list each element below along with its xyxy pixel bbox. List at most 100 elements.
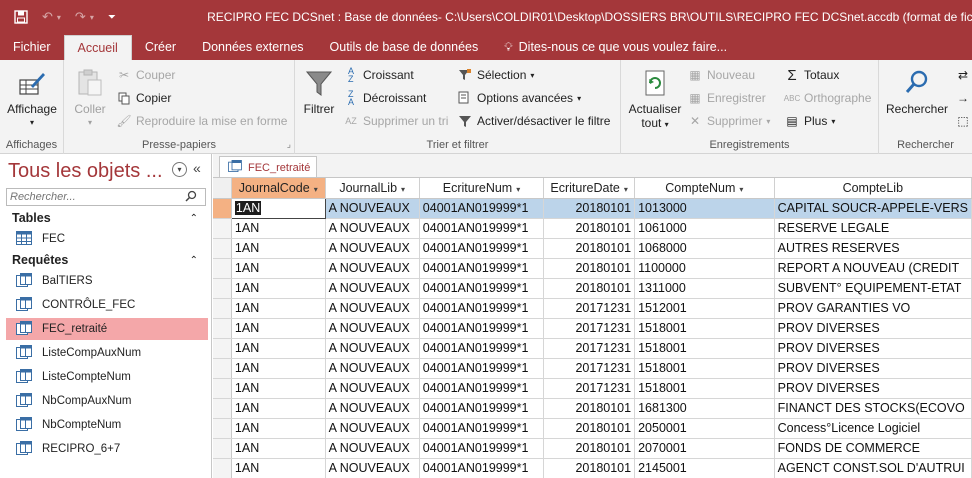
table-cell[interactable]: AUTRES RESERVES	[774, 238, 972, 259]
coller-button[interactable]: Coller ▾	[70, 66, 110, 130]
table-cell[interactable]: 04001AN019999*1	[419, 258, 545, 279]
table-cell[interactable]: FONDS DE COMMERCE	[774, 438, 972, 459]
table-cell[interactable]: 04001AN019999*1	[419, 398, 545, 419]
record-selector[interactable]	[213, 218, 232, 239]
table-cell[interactable]: 2070001	[634, 438, 775, 459]
column-header-comptelib[interactable]: CompteLib	[774, 178, 972, 199]
table-cell[interactable]: 04001AN019999*1	[419, 358, 545, 379]
table-cell[interactable]: A NOUVEAUX	[325, 398, 420, 419]
table-cell[interactable]: A NOUVEAUX	[325, 318, 420, 339]
table-cell[interactable]: 20180101	[543, 238, 636, 259]
table-cell[interactable]: A NOUVEAUX	[325, 198, 420, 219]
nav-title[interactable]: Tous les objets ...	[8, 160, 163, 183]
table-cell[interactable]: A NOUVEAUX	[325, 298, 420, 319]
table-cell[interactable]: 1AN	[231, 278, 326, 299]
document-tab-fec-retraite[interactable]: FEC_retraité	[219, 156, 317, 178]
supprimer-button[interactable]: ✕ Supprimer ▾	[687, 112, 770, 130]
column-header-journalcode[interactable]: JournalCode ▾	[231, 178, 326, 199]
table-row[interactable]: 1AN A NOUVEAUX 04001AN019999*1 20171231 1518…	[213, 378, 972, 399]
table-row[interactable]: 1AN A NOUVEAUX 04001AN019999*1 20171231 1512…	[213, 298, 972, 319]
table-cell[interactable]: A NOUVEAUX	[325, 218, 420, 239]
record-selector[interactable]	[213, 458, 232, 478]
table-cell[interactable]: SUBVENT° EQUIPEMENT-ETAT	[774, 278, 972, 299]
column-header-ecriturenum[interactable]: EcritureNum ▾	[419, 178, 545, 199]
record-selector[interactable]	[213, 258, 232, 279]
table-cell[interactable]: PROV GARANTIES VO	[774, 298, 972, 319]
table-cell[interactable]: 1061000	[634, 218, 775, 239]
table-cell[interactable]: 1AN	[231, 318, 326, 339]
undo-dropdown-icon[interactable]: ▾	[57, 13, 61, 22]
table-row[interactable]: 1AN A NOUVEAUX 04001AN019999*1 20171231 1518…	[213, 318, 972, 339]
select-icon[interactable]: ⬚	[955, 112, 971, 130]
couper-button[interactable]: ✂ Couper	[116, 66, 175, 84]
table-cell[interactable]: 20180101	[543, 458, 636, 478]
nav-menu-dropdown-icon[interactable]: ▾	[172, 162, 187, 177]
table-cell[interactable]: AGENCT CONST.SOL D'AUTRUI	[774, 458, 972, 478]
table-cell[interactable]: 04001AN019999*1	[419, 318, 545, 339]
table-cell[interactable]: 04001AN019999*1	[419, 418, 545, 439]
nav-item-query[interactable]: RECIPRO_6+7	[6, 438, 208, 460]
table-cell[interactable]: 1AN	[231, 258, 326, 279]
chevron-down-icon[interactable]: ▾	[739, 185, 743, 194]
rechercher-button[interactable]: Rechercher	[885, 66, 949, 116]
table-cell[interactable]: 04001AN019999*1	[419, 438, 545, 459]
table-cell[interactable]: PROV DIVERSES	[774, 318, 972, 339]
nav-item-query[interactable]: NbCompAuxNum	[6, 390, 208, 412]
table-cell[interactable]: 20180101	[543, 398, 636, 419]
chevron-down-icon[interactable]: ▾	[624, 185, 628, 194]
table-cell[interactable]: 1013000	[634, 198, 775, 219]
undo-icon[interactable]: ↶	[42, 9, 53, 25]
table-cell[interactable]: 04001AN019999*1	[419, 458, 545, 478]
table-cell[interactable]: 04001AN019999*1	[419, 218, 545, 239]
nav-section-tables[interactable]: Tables ⌃	[6, 208, 206, 228]
totaux-button[interactable]: Σ Totaux	[784, 66, 839, 84]
table-cell[interactable]: 1AN	[231, 338, 326, 359]
actualiser-tout-button[interactable]: Actualiser tout ▾	[625, 66, 685, 132]
table-cell[interactable]: 04001AN019999*1	[419, 378, 545, 399]
table-cell[interactable]: 2145001	[634, 458, 775, 478]
table-cell[interactable]: 1AN	[231, 398, 326, 419]
table-cell[interactable]: 20171231	[543, 358, 636, 379]
table-cell[interactable]: FINANCT DES STOCKS(ECOVO	[774, 398, 972, 419]
record-selector[interactable]	[213, 278, 232, 299]
activer-filtre-button[interactable]: Activer/désactiver le filtre	[457, 112, 610, 130]
table-cell[interactable]: 1518001	[634, 318, 775, 339]
tab-outils-bdd[interactable]: Outils de base de données	[317, 34, 492, 60]
supprimer-tri-button[interactable]: AZ Supprimer un tri	[343, 112, 448, 130]
table-cell[interactable]: A NOUVEAUX	[325, 418, 420, 439]
plus-button[interactable]: ▤ Plus ▾	[784, 112, 835, 130]
table-row[interactable]: 1AN A NOUVEAUX 04001AN019999*1 20180101 1681…	[213, 398, 972, 419]
record-selector[interactable]	[213, 298, 232, 319]
column-header-ecrituredate[interactable]: EcritureDate ▾	[543, 178, 636, 199]
column-header-comptenum[interactable]: CompteNum ▾	[634, 178, 775, 199]
search-icon[interactable]	[185, 190, 197, 205]
table-cell[interactable]: A NOUVEAUX	[325, 438, 420, 459]
table-cell[interactable]: 20180101	[543, 198, 636, 219]
table-cell[interactable]: REPORT A NOUVEAU (CREDIT	[774, 258, 972, 279]
tab-accueil[interactable]: Accueil	[63, 35, 132, 60]
table-cell[interactable]: A NOUVEAUX	[325, 358, 420, 379]
redo-dropdown-icon[interactable]: ▾	[90, 13, 94, 22]
record-selector[interactable]	[213, 418, 232, 439]
table-cell[interactable]: 20171231	[543, 298, 636, 319]
copier-button[interactable]: Copier	[116, 89, 171, 107]
tab-creer[interactable]: Créer	[132, 34, 189, 60]
save-icon[interactable]	[14, 10, 28, 24]
reproduire-mise-en-forme-button[interactable]: 🖌︎ Reproduire la mise en forme	[116, 112, 287, 130]
table-cell[interactable]: 1AN	[231, 238, 326, 259]
replace-icon[interactable]: ⇄	[955, 66, 971, 84]
croissant-button[interactable]: AZ Croissant	[343, 66, 414, 84]
table-cell[interactable]: 1518001	[634, 338, 775, 359]
nav-item-table[interactable]: FEC	[6, 228, 208, 250]
collapse-section-icon[interactable]: ⌃	[190, 213, 198, 224]
table-cell[interactable]: 1518001	[634, 378, 775, 399]
chevron-down-icon[interactable]: ▾	[401, 185, 405, 194]
table-cell[interactable]: A NOUVEAUX	[325, 278, 420, 299]
table-cell[interactable]: 04001AN019999*1	[419, 198, 545, 219]
table-cell[interactable]: A NOUVEAUX	[325, 258, 420, 279]
record-selector[interactable]	[213, 198, 232, 219]
table-row[interactable]: 1AN A NOUVEAUX 04001AN019999*1 20180101 1311…	[213, 278, 972, 299]
table-cell[interactable]: 1068000	[634, 238, 775, 259]
enregistrer-button[interactable]: ▦ Enregistrer	[687, 89, 765, 107]
table-cell[interactable]: 20180101	[543, 258, 636, 279]
